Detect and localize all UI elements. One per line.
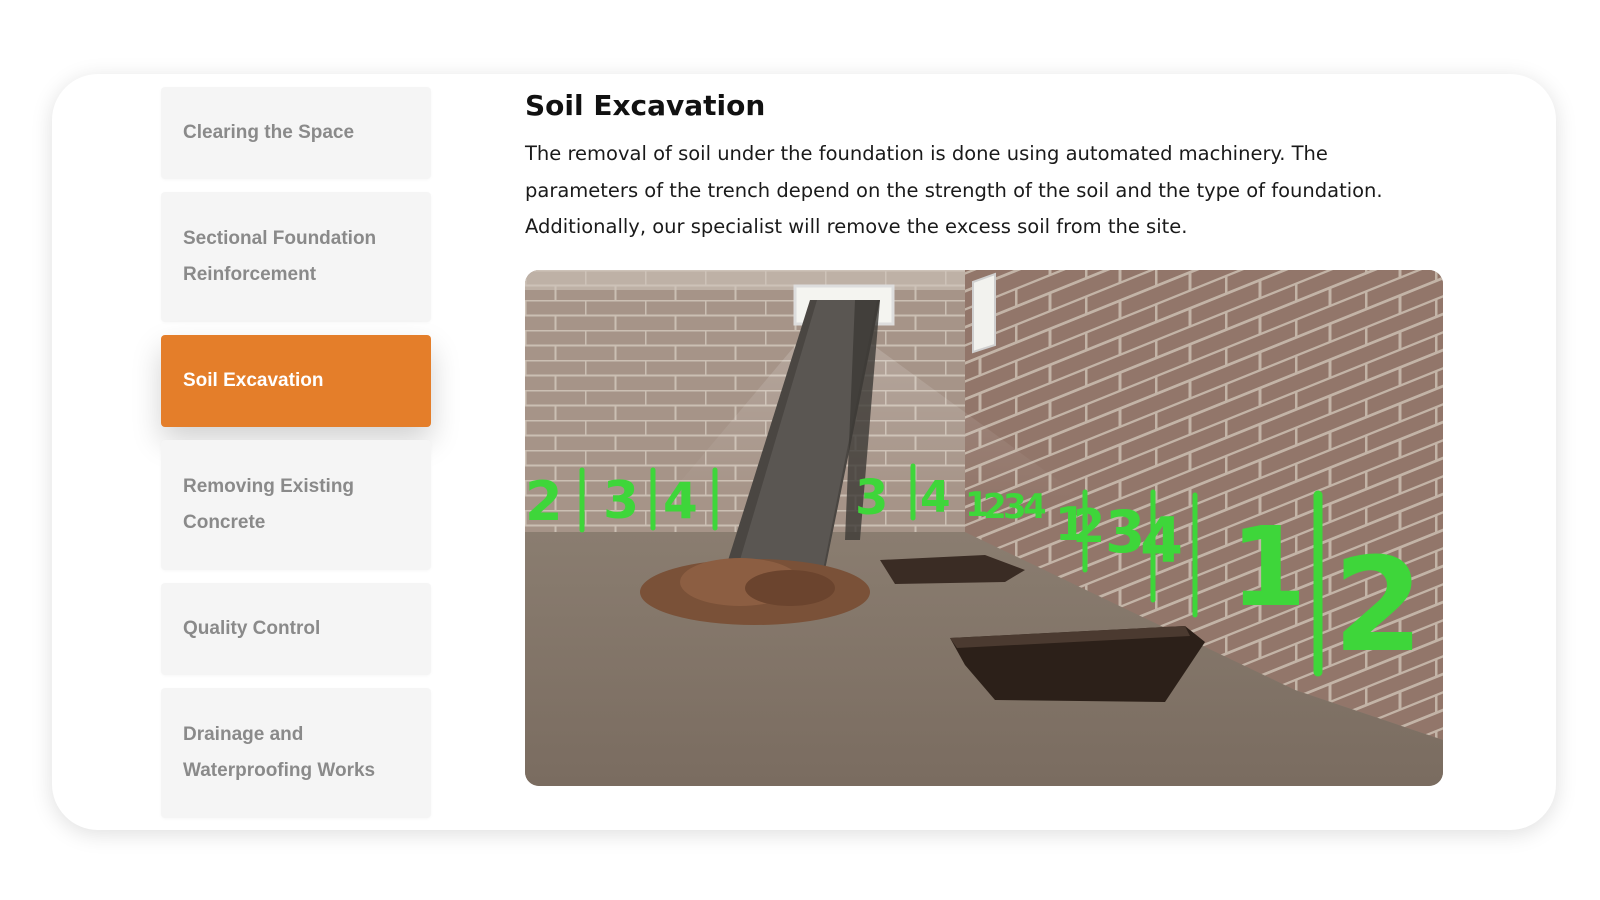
mark-3: 3	[603, 471, 639, 531]
tab-sectional-foundation-reinforcement[interactable]: Sectional Foundation Reinforcement	[161, 192, 431, 322]
section-description: The removal of soil under the foundation…	[525, 142, 1383, 238]
mark-4: 4	[1023, 487, 1047, 527]
tab-drainage-and-waterproofing-works[interactable]: Drainage and Waterproofing Works	[161, 688, 431, 818]
mark-2: 2	[1333, 529, 1423, 681]
tab-label: Drainage and Waterproofing Works	[183, 717, 375, 789]
mark-1: 1	[1230, 503, 1307, 631]
tab-label-line2: Waterproofing Works	[183, 760, 376, 781]
step-content: Soil Excavation The removal of soil unde…	[525, 86, 1445, 246]
mark-4: 4	[663, 472, 698, 530]
step-tabs: Clearing the Space Sectional Foundation …	[161, 87, 431, 818]
mark-2: 2	[525, 470, 563, 533]
section-title: Soil Excavation	[525, 89, 766, 122]
tab-label: Soil Excavation	[183, 370, 324, 391]
tab-soil-excavation[interactable]: Soil Excavation	[161, 335, 431, 427]
mark-3: 3	[855, 470, 888, 526]
tab-label: Sectional Foundation Reinforcement	[183, 221, 376, 293]
tab-label-line1: Sectional Foundation	[183, 228, 377, 249]
mark-4: 4	[1140, 504, 1183, 577]
mark-2: 2	[1073, 499, 1105, 553]
tab-label: Clearing the Space	[183, 122, 355, 143]
tab-removing-existing-concrete[interactable]: Removing Existing Concrete	[161, 440, 431, 570]
tab-label-line2: Concrete	[183, 512, 266, 533]
tab-quality-control[interactable]: Quality Control	[161, 583, 431, 675]
tab-label-line2: Reinforcement	[183, 264, 317, 285]
tab-label-line1: Removing Existing	[183, 476, 355, 497]
mark-4: 4	[920, 472, 951, 523]
tab-label-line1: Drainage and	[183, 724, 304, 745]
excavation-photo: 2 3 4 3 4 1 2 3 4 1 2 3 4 1 2	[525, 270, 1443, 786]
tab-clearing-the-space[interactable]: Clearing the Space	[161, 87, 431, 179]
tab-label: Quality Control	[183, 618, 321, 639]
tab-label: Removing Existing Concrete	[183, 469, 354, 541]
